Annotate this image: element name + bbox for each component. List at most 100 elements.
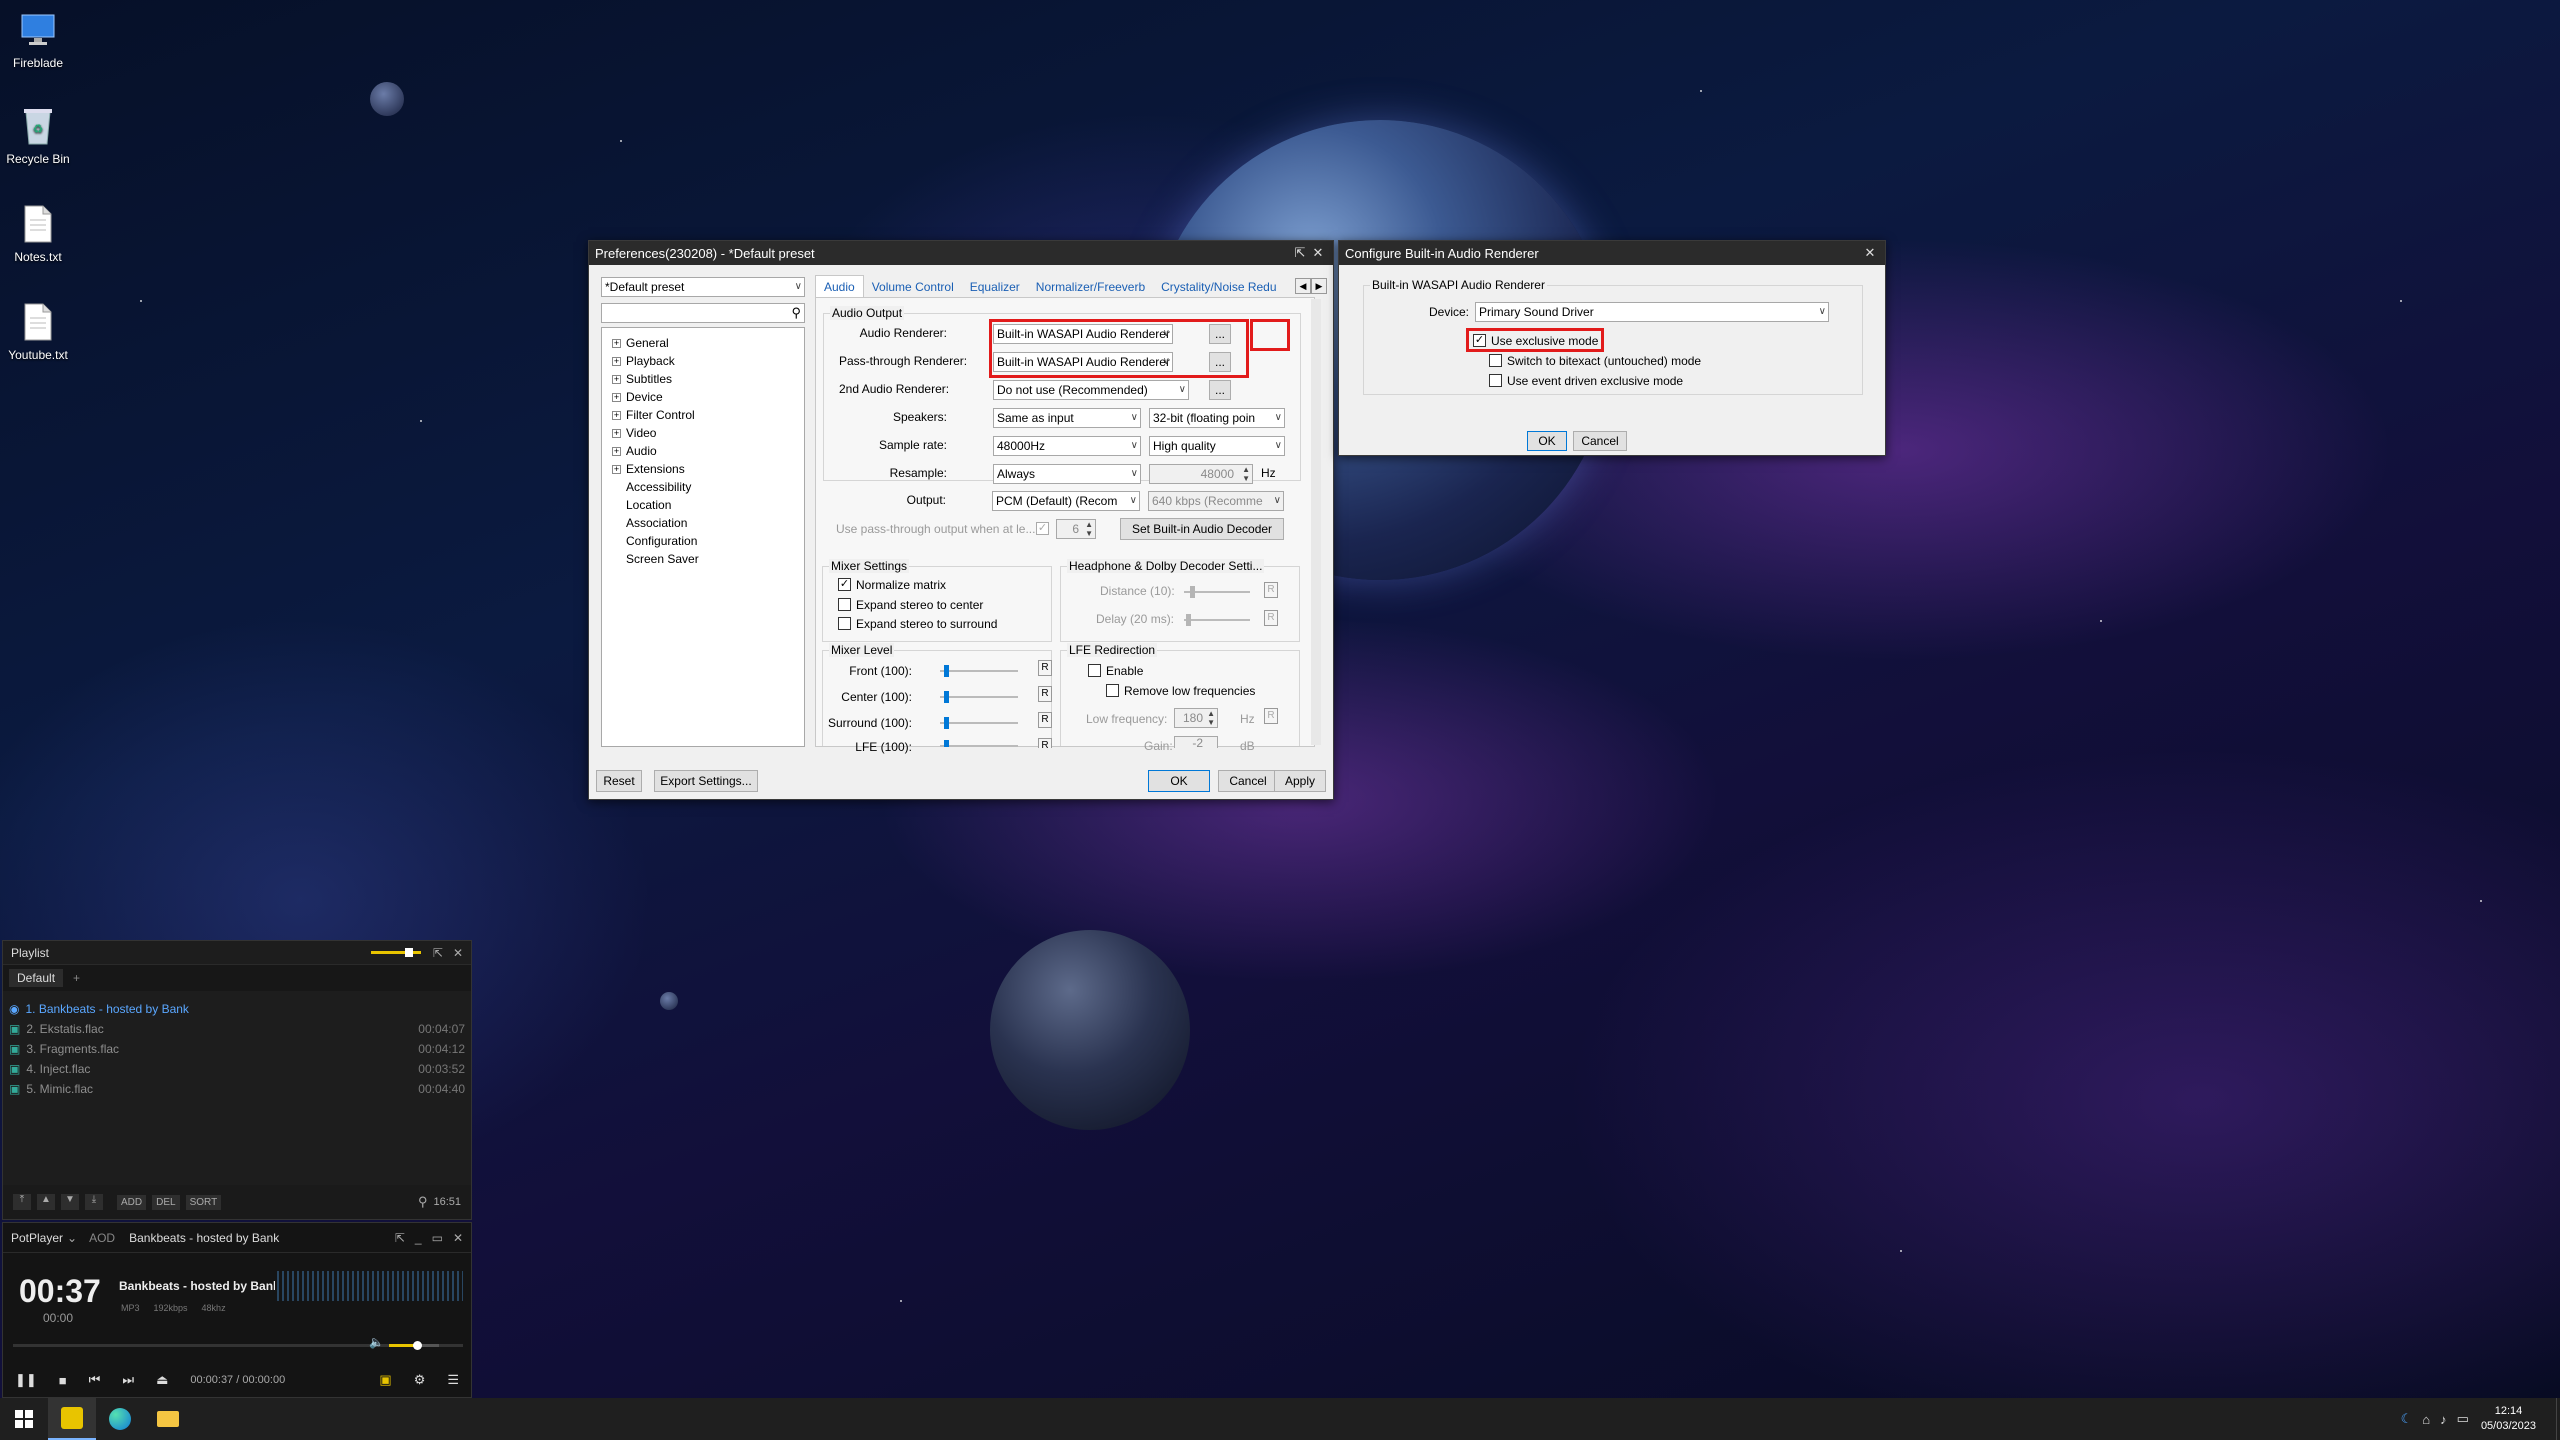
tree-item-subtitles[interactable]: + Subtitles (612, 370, 804, 388)
aod-label[interactable]: AOD (89, 1231, 115, 1245)
expand-icon[interactable]: + (612, 429, 621, 439)
close-icon[interactable]: ✕ (1861, 245, 1879, 261)
pin-icon[interactable]: ⇱ (433, 946, 443, 960)
desktop-icon-fireblade[interactable]: Fireblade (0, 8, 76, 70)
clock[interactable]: 12:14 05/03/2023 (2481, 1404, 2536, 1434)
tree-item-association[interactable]: Association (612, 514, 804, 532)
delete-button[interactable]: DEL (152, 1194, 180, 1210)
taskbar-explorer[interactable] (144, 1398, 192, 1440)
taskbar-edge[interactable] (96, 1398, 144, 1440)
speakers-select[interactable]: Same as input ∨ (993, 408, 1141, 428)
settings-search-input[interactable]: ⚲ (601, 303, 805, 323)
tree-item-device[interactable]: + Device (612, 388, 804, 406)
playlist-item[interactable]: ▣ 4. Inject.flac 00:03:52 (3, 1059, 471, 1079)
minimize-icon[interactable]: _ (415, 1231, 422, 1245)
bitexact-checkbox[interactable] (1489, 354, 1502, 367)
tab-audio[interactable]: Audio (815, 275, 864, 297)
desktop-icon-recycle-bin[interactable]: ♻ Recycle Bin (0, 104, 76, 166)
sample-rate-select[interactable]: 48000Hz ∨ (993, 436, 1141, 456)
move-down-icon[interactable]: ▼ (61, 1194, 79, 1210)
move-up-icon[interactable]: ▲ (37, 1194, 55, 1210)
search-icon[interactable]: ⚲ (418, 1194, 428, 1210)
pin-icon[interactable]: ⇱ (395, 1231, 405, 1245)
configure-cancel-button[interactable]: Cancel (1573, 431, 1627, 451)
potplayer-menu[interactable]: PotPlayer (11, 1231, 63, 1245)
add-playlist-tab-button[interactable]: + (73, 971, 80, 985)
desktop-icon-notes[interactable]: Notes.txt (0, 202, 76, 264)
resample-select[interactable]: Always ∨ (993, 464, 1141, 484)
close-icon[interactable]: ✕ (453, 946, 463, 960)
expand-icon[interactable]: + (612, 393, 621, 403)
second-renderer-config-button[interactable]: ... (1209, 380, 1231, 400)
move-bottom-icon[interactable]: ⤓ (85, 1194, 103, 1210)
playlist-item[interactable]: ▣ 3. Fragments.flac 00:04:12 (3, 1039, 471, 1059)
tree-item-configuration[interactable]: Configuration (612, 532, 804, 550)
move-top-icon[interactable]: ⤒ (13, 1194, 31, 1210)
audio-renderer-config-button[interactable]: ... (1209, 324, 1231, 344)
cancel-button[interactable]: Cancel (1218, 770, 1278, 792)
export-settings-button[interactable]: Export Settings... (654, 770, 758, 792)
close-icon[interactable]: ✕ (1309, 245, 1327, 261)
maximize-icon[interactable]: ▭ (432, 1231, 443, 1245)
tree-item-extensions[interactable]: + Extensions (612, 460, 804, 478)
gear-icon[interactable]: ⚙ (414, 1372, 426, 1388)
next-icon[interactable]: ⏭ (122, 1372, 134, 1388)
slider-knob[interactable] (404, 948, 413, 957)
playlist-tab-default[interactable]: Default (9, 969, 64, 987)
speaker-icon[interactable]: ♪ (2440, 1412, 2447, 1427)
tree-item-playback[interactable]: + Playback (612, 352, 804, 370)
playlist-toggle-icon[interactable]: ▣ (379, 1372, 391, 1388)
tab-scroll-left-icon[interactable]: ◀ (1295, 278, 1311, 294)
volume-icon[interactable]: 🔈 (369, 1335, 384, 1349)
tab-scroll-right-icon[interactable]: ▶ (1311, 278, 1327, 294)
add-button[interactable]: ADD (117, 1194, 147, 1210)
exclusive-mode-checkbox[interactable]: ✓ (1473, 334, 1486, 347)
playlist-item[interactable]: ◉ 1. Bankbeats - hosted by Bank (3, 999, 471, 1019)
preferences-titlebar[interactable]: Preferences(230208) - *Default preset ⇱ … (589, 241, 1333, 265)
tree-item-general[interactable]: + General (612, 334, 804, 352)
configure-titlebar[interactable]: Configure Built-in Audio Renderer ✕ (1339, 241, 1885, 265)
eject-icon[interactable]: ⏏ (156, 1372, 168, 1388)
playlist-item[interactable]: ▣ 5. Mimic.flac 00:04:40 (3, 1079, 471, 1099)
show-desktop-button[interactable] (2556, 1398, 2560, 1440)
playlist-item[interactable]: ▣ 2. Ekstatis.flac 00:04:07 (3, 1019, 471, 1039)
resample-quality-select[interactable]: High quality ∨ (1149, 436, 1285, 456)
taskbar-potplayer[interactable] (48, 1398, 96, 1440)
battery-icon[interactable]: ▭ (2457, 1411, 2469, 1427)
menu-icon[interactable]: ☰ (447, 1372, 459, 1388)
tab-crystality[interactable]: Crystality/Noise Redu (1153, 276, 1284, 297)
tab-volume-control[interactable]: Volume Control (864, 276, 962, 297)
search-icon[interactable]: ⚲ (791, 305, 801, 321)
pause-icon[interactable]: ❚❚ (15, 1372, 37, 1388)
tab-normalizer[interactable]: Normalizer/Freeverb (1028, 276, 1153, 297)
preset-select[interactable]: *Default preset ∨ (601, 277, 805, 297)
desktop-icon-youtube[interactable]: Youtube.txt (0, 300, 76, 362)
apply-button[interactable]: Apply (1274, 770, 1326, 792)
bit-depth-select[interactable]: 32-bit (floating poin ∨ (1149, 408, 1285, 428)
tree-item-accessibility[interactable]: Accessibility (612, 478, 804, 496)
configure-ok-button[interactable]: OK (1527, 431, 1567, 451)
sort-button[interactable]: SORT (185, 1194, 222, 1210)
expand-icon[interactable]: + (612, 375, 621, 385)
passthrough-config-button[interactable]: ... (1209, 352, 1231, 372)
start-button[interactable] (0, 1398, 48, 1440)
second-renderer-select[interactable]: Do not use (Recommended) ∨ (993, 380, 1189, 400)
slider-knob[interactable] (412, 1341, 422, 1350)
volume-slider[interactable] (389, 1341, 439, 1350)
device-select[interactable]: Primary Sound Driver ∨ (1475, 302, 1829, 322)
tree-item-audio[interactable]: + Audio (612, 442, 804, 460)
app-tray-icon[interactable]: ☾ (2401, 1411, 2413, 1427)
playlist-titlebar[interactable]: Playlist ⇱ ✕ (3, 941, 471, 965)
playlist-volume-bar[interactable] (370, 948, 421, 957)
close-icon[interactable]: ✕ (453, 1231, 463, 1245)
expand-icon[interactable]: + (612, 447, 621, 457)
expand-icon[interactable]: + (612, 357, 621, 367)
player-titlebar[interactable]: PotPlayer ⌄ AOD Bankbeats - hosted by Ban… (3, 1223, 471, 1253)
expand-icon[interactable]: + (612, 411, 621, 421)
stop-icon[interactable]: ■ (59, 1373, 67, 1388)
panel-scrollbar[interactable] (1311, 299, 1321, 745)
tree-item-location[interactable]: Location (612, 496, 804, 514)
ok-button[interactable]: OK (1148, 770, 1210, 792)
audio-renderer-select[interactable]: Built-in WASAPI Audio Renderer ∨ (993, 324, 1173, 344)
tree-item-video[interactable]: + Video (612, 424, 804, 442)
